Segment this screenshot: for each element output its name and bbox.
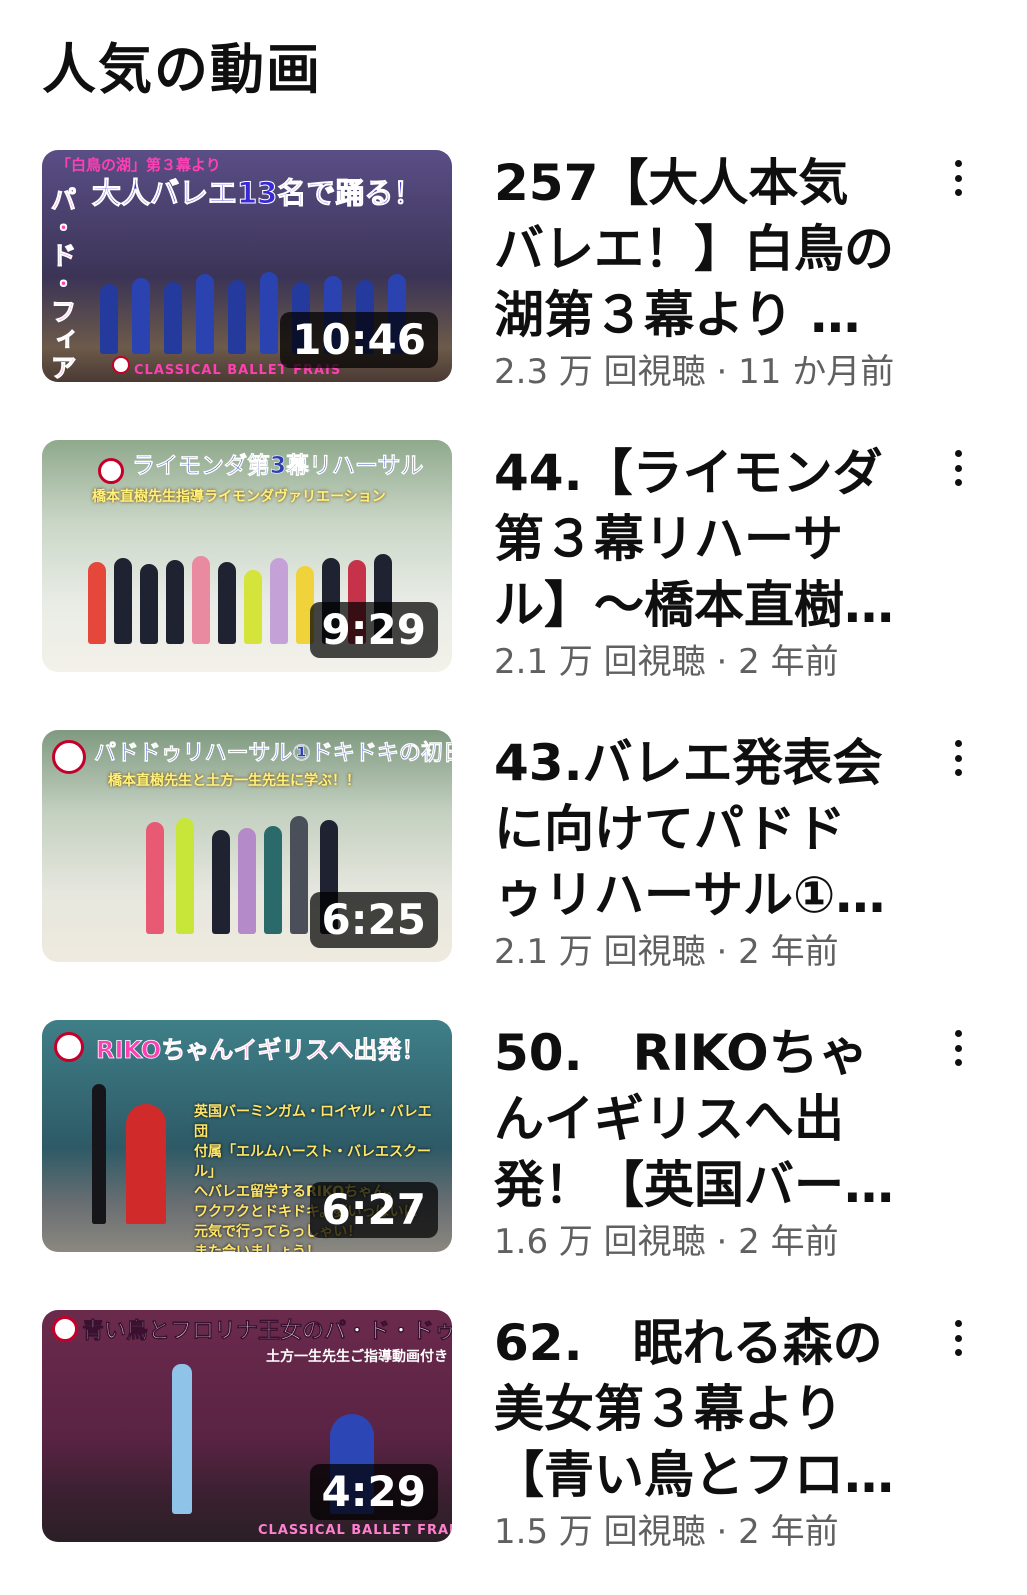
video-title[interactable]: 43.バレエ発表会に向けてパドドゥリハーサル①ドキドキの初日	[494, 730, 894, 928]
thumbnail-headline: ライモンダ第3幕リハーサル	[132, 453, 424, 480]
video-meta: 1.6 万 回視聴 · 2 年前	[494, 1222, 839, 1262]
dancer-figure	[238, 828, 256, 934]
more-options-icon[interactable]	[940, 738, 976, 778]
video-item[interactable]: パドドゥリハーサル①ドキドキの初日 橋本直樹先生と土方一生先生に学ぶ！！ 6:2…	[0, 730, 1027, 972]
thumbnail-vertical-caption: パ・ド・フィアンセ	[46, 186, 77, 383]
video-meta: 2.1 万 回視聴 · 2 年前	[494, 932, 839, 972]
video-title[interactable]: 62. 眠れる森の美女第３幕より【青い鳥とフロリナ王女のパ・ド・ドゥ】	[494, 1310, 894, 1508]
dancer-figure	[260, 272, 278, 354]
video-thumbnail[interactable]: ライモンダ第3幕リハーサル 橋本直樹先生指導ライモンダヴァリエーション 9:29	[42, 440, 452, 672]
dancer-figure	[244, 570, 262, 644]
thumbnail-headline: 青い鳥とフロリナ王女のパ・ド・ドゥ	[82, 1319, 452, 1345]
thumbnail-subtitle: 橋本直樹先生指導ライモンダヴァリエーション	[92, 489, 386, 505]
brand-logo-icon	[112, 356, 130, 374]
video-item[interactable]: RIKOちゃんイギリスへ出発！ 英国バーミンガム・ロイヤル・バレエ団 付属「エル…	[0, 1020, 1027, 1262]
dancer-figure	[270, 558, 288, 644]
upload-age: 2 年前	[738, 642, 839, 682]
dancer-figure	[164, 282, 182, 354]
thumbnail-subtitle: 土方一生先生ご指導動画付き	[266, 1349, 448, 1365]
video-info: 44.【ライモンダ第３幕リハーサル】〜橋本直樹先生指導ライモンダヴァリエーション…	[494, 440, 894, 684]
dancer-figure	[114, 558, 132, 644]
section-title: 人気の動画	[42, 38, 322, 101]
view-count: 2.3 万 回視聴	[494, 352, 706, 392]
dancer-figure	[290, 816, 308, 934]
video-thumbnail[interactable]: パドドゥリハーサル①ドキドキの初日 橋本直樹先生と土方一生先生に学ぶ！！ 6:2…	[42, 730, 452, 962]
video-thumbnail[interactable]: RIKOちゃんイギリスへ出発！ 英国バーミンガム・ロイヤル・バレエ団 付属「エル…	[42, 1020, 452, 1252]
dancer-figure	[132, 278, 150, 354]
video-thumbnail[interactable]: 「白鳥の湖」第３幕より 大人バレエ13名で踊る！ パ・ド・フィアンセ CLASS…	[42, 150, 452, 382]
dancer-figure	[264, 826, 282, 934]
video-meta: 2.1 万 回視聴 · 2 年前	[494, 642, 839, 682]
thumbnail-headline: 大人バレエ13名で踊る！	[92, 176, 423, 209]
dancer-figure	[166, 560, 184, 644]
dancer-figure	[172, 1364, 192, 1514]
video-info: 62. 眠れる森の美女第３幕より【青い鳥とフロリナ王女のパ・ド・ドゥ】 1.5 …	[494, 1310, 894, 1554]
view-count: 2.1 万 回視聴	[494, 642, 706, 682]
upload-age: 2 年前	[738, 1222, 839, 1262]
video-meta: 1.5 万 回視聴 · 2 年前	[494, 1512, 839, 1552]
brand-logo-icon	[98, 458, 124, 484]
thumbnail-headline: パドドゥリハーサル①ドキドキの初日	[94, 741, 452, 767]
dancer-figure	[146, 822, 164, 934]
video-title[interactable]: 50. RIKOちゃんイギリスへ出発！【英国バーミンガム・ロイヤル・バレエ団】	[494, 1020, 894, 1218]
dancer-figure	[100, 284, 118, 354]
brand-logo-icon	[52, 740, 86, 774]
duration-badge: 10:46	[280, 312, 438, 368]
video-info: 43.バレエ発表会に向けてパドドゥリハーサル①ドキドキの初日 2.1 万 回視聴…	[494, 730, 894, 974]
dancer-figure	[218, 562, 236, 644]
video-title[interactable]: 257【大人本気バレエ！】白鳥の湖第３幕より 大人バレエ13名で踊る！パ・ド・フ…	[494, 150, 894, 348]
video-item[interactable]: ライモンダ第3幕リハーサル 橋本直樹先生指導ライモンダヴァリエーション 9:29…	[0, 440, 1027, 682]
duration-badge: 6:27	[309, 1182, 438, 1238]
more-options-icon[interactable]	[940, 1318, 976, 1358]
dancer-figure	[228, 280, 246, 354]
more-options-icon[interactable]	[940, 158, 976, 198]
dancer-figure	[212, 830, 230, 934]
duration-badge: 6:25	[309, 892, 438, 948]
video-thumbnail[interactable]: 青い鳥とフロリナ王女のパ・ド・ドゥ 土方一生先生ご指導動画付き CLASSICA…	[42, 1310, 452, 1542]
video-meta: 2.3 万 回視聴 · 11 か月前	[494, 352, 895, 392]
video-info: 257【大人本気バレエ！】白鳥の湖第３幕より 大人バレエ13名で踊る！パ・ド・フ…	[494, 150, 894, 394]
duration-badge: 4:29	[309, 1464, 438, 1520]
view-count: 1.5 万 回視聴	[494, 1512, 706, 1552]
upload-age: 2 年前	[738, 932, 839, 972]
dancer-figure	[92, 1084, 106, 1224]
video-title[interactable]: 44.【ライモンダ第３幕リハーサル】〜橋本直樹先生指導ライモンダヴァリエーション	[494, 440, 894, 638]
video-info: 50. RIKOちゃんイギリスへ出発！【英国バーミンガム・ロイヤル・バレエ団】 …	[494, 1020, 894, 1264]
dancer-figure	[192, 556, 210, 644]
dancer-figure	[196, 274, 214, 354]
view-count: 1.6 万 回視聴	[494, 1222, 706, 1262]
dancer-figure	[88, 562, 106, 644]
dancer-figure	[126, 1104, 166, 1224]
dancer-figure	[176, 818, 194, 934]
thumbnail-footer: CLASSICAL BALLET FRAIS	[258, 1523, 452, 1538]
duration-badge: 9:29	[309, 602, 438, 658]
thumbnail-headline: RIKOちゃんイギリスへ出発！	[96, 1035, 426, 1064]
video-item[interactable]: 青い鳥とフロリナ王女のパ・ド・ドゥ 土方一生先生ご指導動画付き CLASSICA…	[0, 1310, 1027, 1552]
view-count: 2.1 万 回視聴	[494, 932, 706, 972]
brand-logo-icon	[54, 1032, 84, 1062]
more-options-icon[interactable]	[940, 1028, 976, 1068]
dancer-figure	[140, 564, 158, 644]
upload-age: 2 年前	[738, 1512, 839, 1552]
thumbnail-subtitle: 橋本直樹先生と土方一生先生に学ぶ！！	[108, 773, 360, 789]
more-options-icon[interactable]	[940, 448, 976, 488]
upload-age: 11 か月前	[738, 352, 895, 392]
thumbnail-small-caption: 「白鳥の湖」第３幕より	[56, 156, 221, 174]
video-item[interactable]: 「白鳥の湖」第３幕より 大人バレエ13名で踊る！ パ・ド・フィアンセ CLASS…	[0, 150, 1027, 392]
